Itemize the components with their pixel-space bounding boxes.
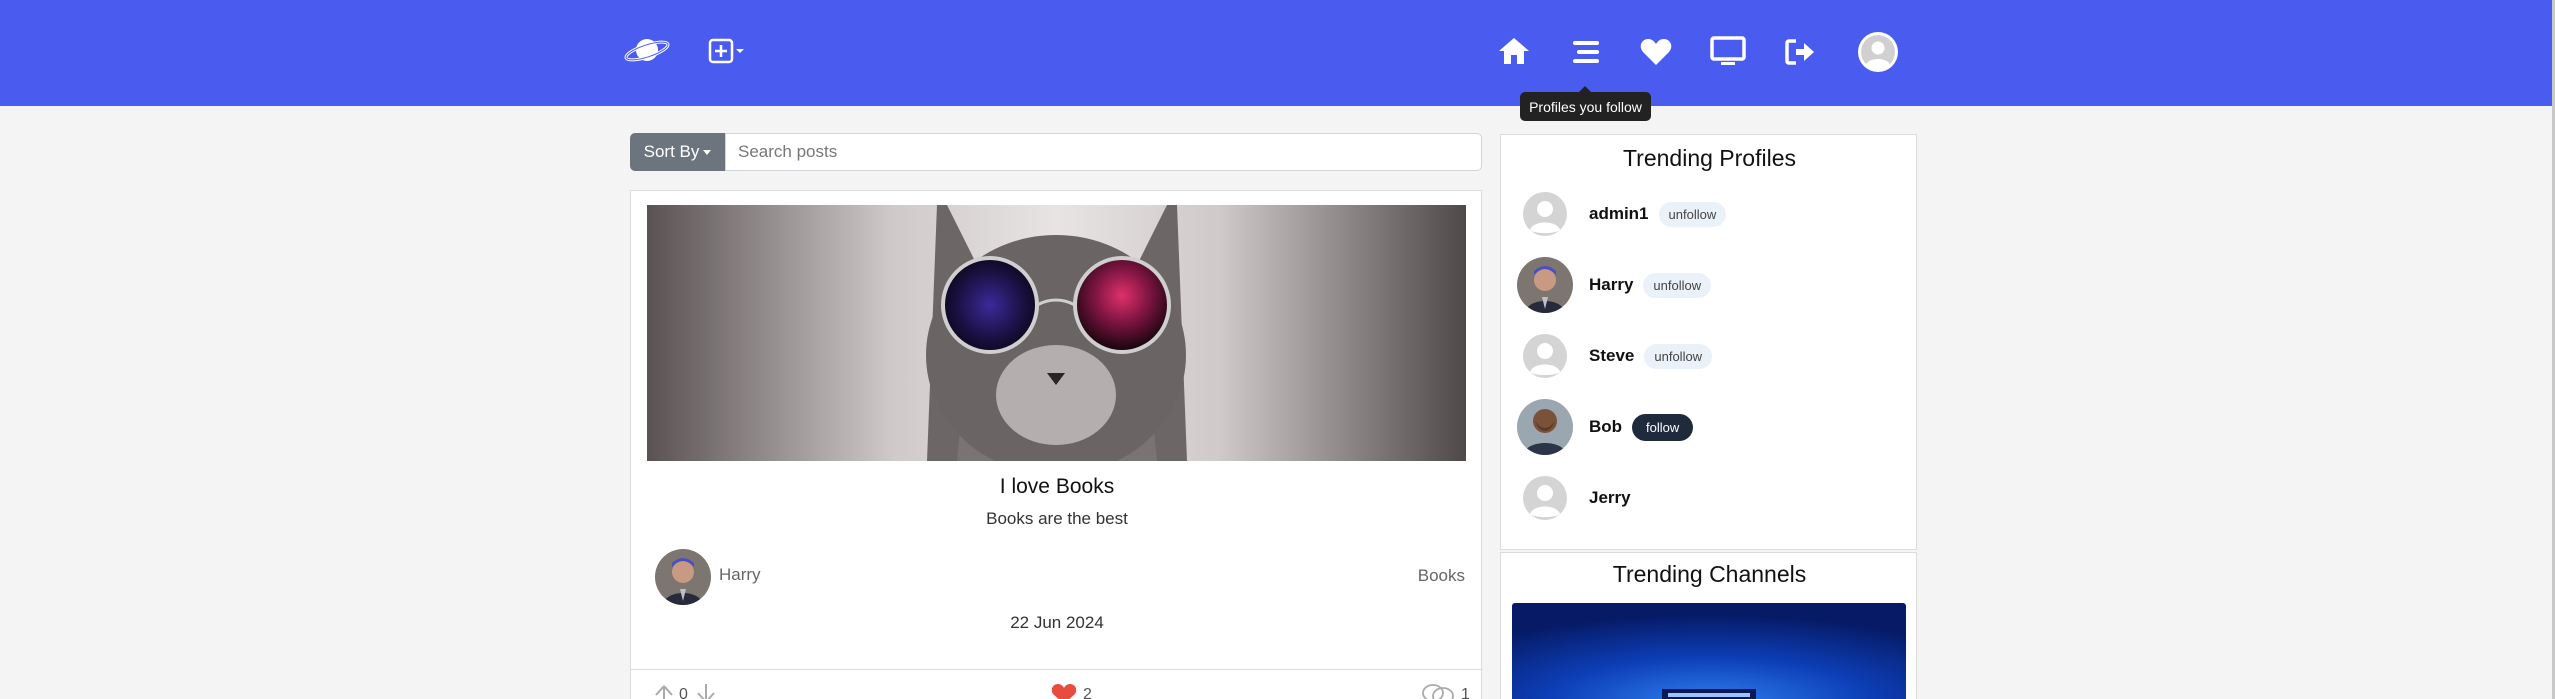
search-input[interactable]	[725, 133, 1482, 171]
planet-logo-icon[interactable]	[624, 30, 670, 70]
default-avatar-icon[interactable]	[1517, 470, 1573, 526]
profile-name[interactable]: Steve	[1589, 346, 1634, 366]
sort-by-button[interactable]: Sort By	[630, 133, 725, 171]
post-author[interactable]: Harry	[719, 565, 761, 585]
post-channel[interactable]: Books	[1418, 566, 1465, 586]
create-post-dropdown[interactable]	[703, 36, 749, 66]
profile-row[interactable]: admin1 unfollow	[1517, 186, 1727, 242]
profile-name[interactable]: admin1	[1589, 204, 1649, 224]
heart-icon[interactable]	[1638, 36, 1674, 68]
list-icon[interactable]	[1568, 36, 1604, 68]
post-title[interactable]: I love Books	[631, 475, 1483, 499]
post-footer-divider	[631, 669, 1483, 670]
channel-image[interactable]	[1512, 603, 1906, 699]
sort-by-label: Sort By	[643, 142, 700, 161]
comment-count: 1	[1461, 686, 1470, 699]
home-icon[interactable]	[1496, 34, 1532, 68]
like-heart-icon[interactable]	[1051, 683, 1077, 699]
caret-down-icon	[703, 149, 712, 155]
user-avatar-icon[interactable]	[1857, 31, 1899, 73]
tooltip: Profiles you follow	[1520, 86, 1651, 121]
follow-button[interactable]: follow	[1632, 413, 1694, 441]
profile-name[interactable]: Harry	[1589, 275, 1633, 295]
post-card[interactable]: I love Books Books are the best Harry Bo…	[630, 190, 1483, 699]
profile-row[interactable]: Bob follow	[1517, 399, 1694, 455]
trending-profiles-card: Trending Profiles admin1 unfollow Harry …	[1500, 134, 1917, 550]
profile-row[interactable]: Jerry	[1517, 470, 1631, 526]
author-avatar[interactable]	[655, 549, 711, 605]
downvote-arrow-icon[interactable]	[695, 683, 717, 699]
top-navbar	[0, 0, 2555, 106]
unfollow-button[interactable]: unfollow	[1658, 201, 1727, 227]
trending-channels-title: Trending Channels	[1612, 561, 1807, 587]
like-count: 2	[1083, 686, 1092, 699]
plus-square-icon	[708, 38, 734, 64]
profile-name[interactable]: Jerry	[1589, 488, 1631, 508]
default-avatar-icon[interactable]	[1517, 328, 1573, 384]
post-body: Books are the best	[986, 509, 1128, 528]
comment-icon[interactable]	[1421, 683, 1455, 699]
profile-row[interactable]: Steve unfollow	[1517, 328, 1713, 384]
profile-row[interactable]: Harry unfollow	[1517, 257, 1712, 313]
profile-avatar[interactable]	[1517, 399, 1573, 455]
upvote-arrow-icon[interactable]	[653, 683, 675, 699]
sign-out-icon[interactable]	[1782, 36, 1818, 68]
profile-name[interactable]: Bob	[1589, 417, 1622, 437]
caret-down-icon	[736, 49, 744, 53]
monitor-icon[interactable]	[1708, 34, 1748, 68]
profile-avatar[interactable]	[1517, 257, 1573, 313]
unfollow-button[interactable]: unfollow	[1643, 272, 1712, 298]
vote-count: 0	[679, 686, 688, 699]
trending-channels-card: Trending Channels	[1500, 552, 1917, 699]
post-date: 22 Jun 2024	[1010, 613, 1104, 632]
trending-profiles-title: Trending Profiles	[1622, 145, 1796, 171]
post-image[interactable]	[647, 205, 1466, 461]
unfollow-button[interactable]: unfollow	[1644, 343, 1713, 369]
tooltip-text: Profiles you follow	[1529, 98, 1642, 115]
default-avatar-icon[interactable]	[1517, 186, 1573, 242]
